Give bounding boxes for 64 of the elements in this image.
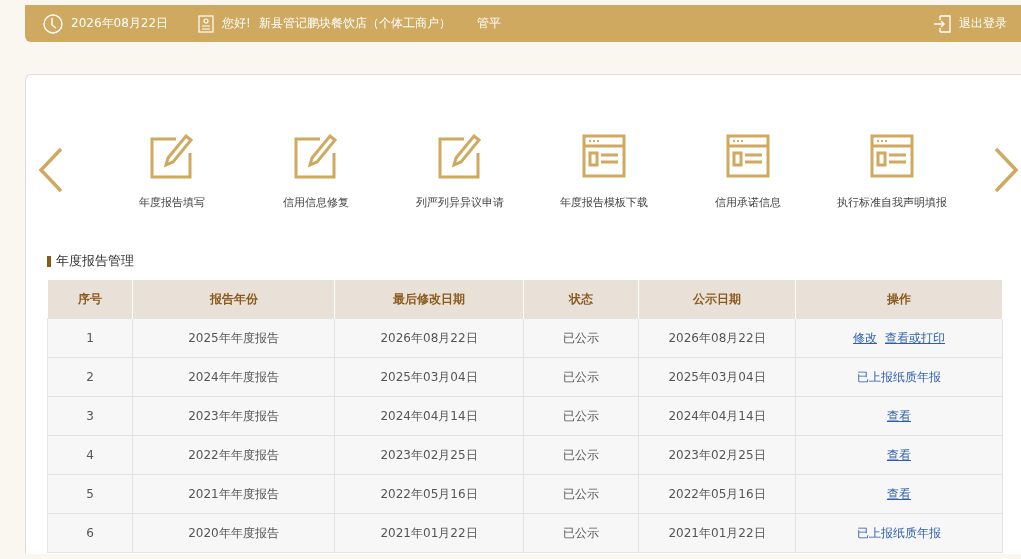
column-header: 序号 <box>47 280 133 319</box>
table-cell: 2023年02月25日 <box>638 435 796 475</box>
table-cell: 2025年年度报告 <box>132 318 335 358</box>
shortcut-item[interactable]: 年度报告填写 <box>100 133 244 210</box>
table-cell: 已公示 <box>523 357 639 397</box>
action-link[interactable]: 查看或打印 <box>885 330 945 345</box>
logout-icon <box>933 14 951 33</box>
table-cell: 已公示 <box>523 513 639 553</box>
status-note: 已上报纸质年报 <box>857 369 941 384</box>
user-name: 管平 <box>476 15 501 32</box>
table-cell: 2021年年度报告 <box>132 474 335 514</box>
table-cell: 2022年年度报告 <box>132 435 335 475</box>
edit-icon <box>438 133 482 179</box>
shortcut-item[interactable]: 列严列异异议申请 <box>388 133 532 210</box>
table-cell: 5 <box>47 474 133 514</box>
table-cell: 2026年08月22日 <box>638 318 796 358</box>
document-icon <box>582 133 626 179</box>
shortcut-item[interactable]: 信用信息修复 <box>244 133 388 210</box>
greeting-text: 您好! <box>222 15 251 32</box>
shortcut-item[interactable]: 信用承诺信息 <box>676 133 820 210</box>
table-cell: 已公示 <box>523 474 639 514</box>
table-cell: 3 <box>47 396 133 436</box>
table-cell: 2022年05月16日 <box>638 474 796 514</box>
table-cell: 已公示 <box>523 318 639 358</box>
action-link[interactable]: 修改 <box>853 330 877 345</box>
table-cell: 2025年03月04日 <box>334 357 524 397</box>
section-marker <box>47 255 51 267</box>
table-cell: 2022年05月16日 <box>334 474 524 514</box>
column-header: 报告年份 <box>132 280 335 319</box>
table-cell: 2025年03月04日 <box>638 357 796 397</box>
edit-icon <box>150 133 194 179</box>
document-icon <box>726 133 770 179</box>
table-cell: 1 <box>47 318 133 358</box>
edit-icon <box>294 133 338 179</box>
table-cell: 2026年08月22日 <box>334 318 524 358</box>
shortcut-item[interactable]: 年度报告模板下载 <box>532 133 676 210</box>
table-cell: 4 <box>47 435 133 475</box>
company-name: 新县管记鹏块餐饮店（个体工商户） <box>258 15 451 32</box>
table-cell: 2024年04月14日 <box>638 396 796 436</box>
table-cell: 已公示 <box>523 435 639 475</box>
id-card-icon <box>198 14 215 33</box>
table-cell: 2020年年度报告 <box>132 513 335 553</box>
table-cell: 2024年年度报告 <box>132 357 335 397</box>
column-header: 最后修改日期 <box>334 280 524 319</box>
column-header: 操作 <box>795 280 1003 319</box>
column-header: 状态 <box>523 280 639 319</box>
table-cell: 2023年年度报告 <box>132 396 335 436</box>
column-header: 公示日期 <box>638 280 796 319</box>
table-cell: 2021年01月22日 <box>638 513 796 553</box>
table-cell: 已公示 <box>523 396 639 436</box>
date-text: 2026年08月22日 <box>71 15 169 32</box>
action-link[interactable]: 查看 <box>887 447 911 462</box>
table-cell: 2023年02月25日 <box>334 435 524 475</box>
action-link[interactable]: 查看 <box>887 486 911 501</box>
table-cell: 2024年04月14日 <box>334 396 524 436</box>
clock-icon <box>43 13 63 34</box>
action-link[interactable]: 查看 <box>887 408 911 423</box>
section-title: 年度报告管理 <box>56 252 134 270</box>
document-icon <box>870 133 914 179</box>
table-cell: 2 <box>47 357 133 397</box>
table-cell: 6 <box>47 513 133 553</box>
status-note: 已上报纸质年报 <box>857 525 941 540</box>
table-cell: 2021年01月22日 <box>334 513 524 553</box>
shortcut-item[interactable]: 执行标准自我声明填报 <box>820 133 964 210</box>
